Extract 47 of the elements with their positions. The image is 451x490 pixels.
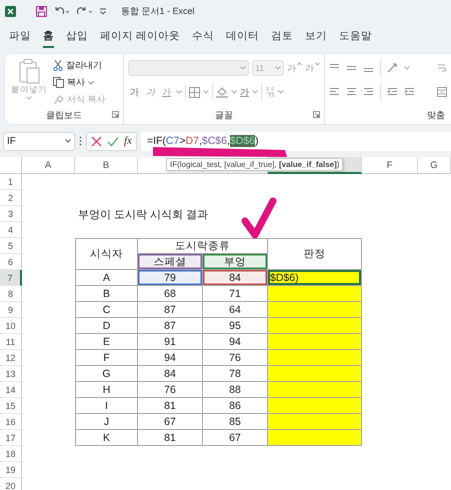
group-label: 글꼴 xyxy=(215,108,233,122)
table-cell: 78 xyxy=(203,366,268,382)
group-label: 맞춤 xyxy=(427,108,445,122)
table-cell: 94 xyxy=(138,350,203,366)
table-cell: G xyxy=(75,366,138,382)
table-cell: 68 xyxy=(138,286,203,302)
table-cell: 67 xyxy=(203,430,268,446)
table-cell: J xyxy=(75,414,138,430)
table-cell: 88 xyxy=(203,382,268,398)
table-cell: E xyxy=(75,334,138,350)
table-cell: 85 xyxy=(203,414,268,430)
table-cell: 67 xyxy=(138,414,203,430)
table-cell: F xyxy=(75,350,138,366)
sheet-title: 부엉이 도시락 시식회 결과 xyxy=(77,208,210,222)
table-cell: 71 xyxy=(203,286,268,302)
table-header: 도시락종류 xyxy=(138,238,268,254)
name-box-value: IF xyxy=(7,136,16,146)
table-cell: 84 xyxy=(203,270,268,286)
table-header: 부엉 xyxy=(203,254,268,270)
table-header: 스페셜 xyxy=(138,254,203,270)
table-cell: 91 xyxy=(138,334,203,350)
table-cell: 64 xyxy=(203,302,268,318)
table-cell: C xyxy=(75,302,138,318)
table-cell: 87 xyxy=(138,318,203,334)
table-cell: 79 xyxy=(138,270,203,286)
table-cell: 76 xyxy=(138,382,203,398)
table-cell: 84 xyxy=(138,366,203,382)
table-cell: 76 xyxy=(203,350,268,366)
font-size-value: 11 xyxy=(255,63,264,73)
group-label: 클립보드 xyxy=(46,108,82,122)
table-cell: H xyxy=(75,382,138,398)
table-cell: A xyxy=(75,270,138,286)
table-header: 판정 xyxy=(268,238,362,270)
table-cell: 87 xyxy=(138,302,203,318)
table-cell: B xyxy=(75,286,138,302)
table-cell: $D$6) xyxy=(268,270,362,286)
table-cell: 94 xyxy=(203,334,268,350)
window-title: 통합 문서1 - Excel xyxy=(121,4,195,18)
table-cell: 86 xyxy=(203,398,268,414)
table-cell: 81 xyxy=(138,430,203,446)
table-cell: I xyxy=(75,398,138,414)
table-cell: 81 xyxy=(138,398,203,414)
table-cell: K xyxy=(75,430,138,446)
function-tooltip: IF(logical_test, [value_if_true], [value_if_false]) xyxy=(166,158,344,171)
table-cell: 95 xyxy=(203,318,268,334)
table-cell: D xyxy=(75,318,138,334)
table-header: 시식자 xyxy=(75,238,138,270)
